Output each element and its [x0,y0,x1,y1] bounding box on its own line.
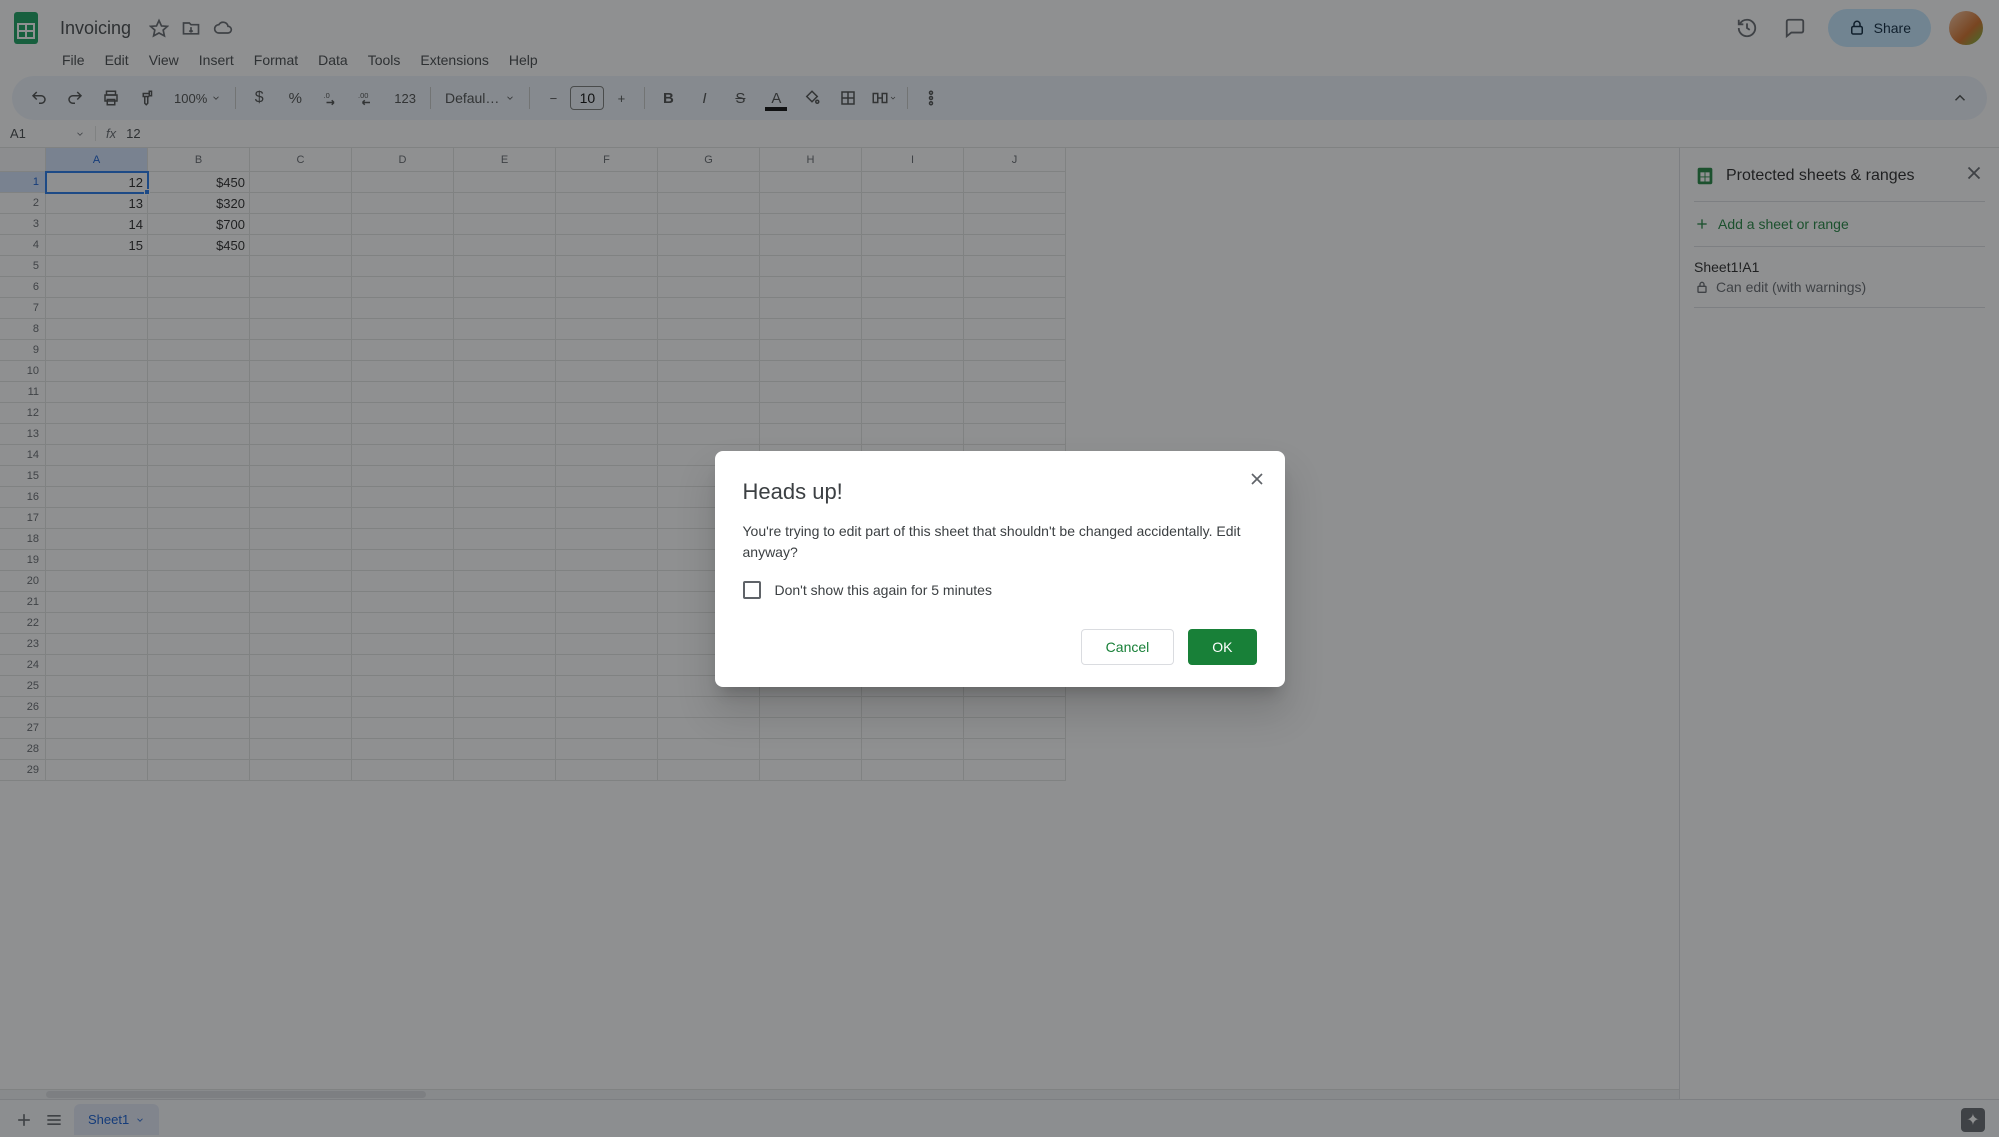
checkbox-icon[interactable] [743,581,761,599]
dialog-body: You're trying to edit part of this sheet… [743,521,1257,563]
heads-up-dialog: Heads up! You're trying to edit part of … [715,451,1285,687]
dont-show-checkbox-row[interactable]: Don't show this again for 5 minutes [743,581,1257,599]
ok-button[interactable]: OK [1188,629,1256,665]
close-icon[interactable] [1247,469,1267,494]
cancel-button[interactable]: Cancel [1081,629,1175,665]
checkbox-label: Don't show this again for 5 minutes [775,582,992,598]
dialog-title: Heads up! [743,479,1257,505]
modal-scrim: Heads up! You're trying to edit part of … [0,0,1999,1137]
